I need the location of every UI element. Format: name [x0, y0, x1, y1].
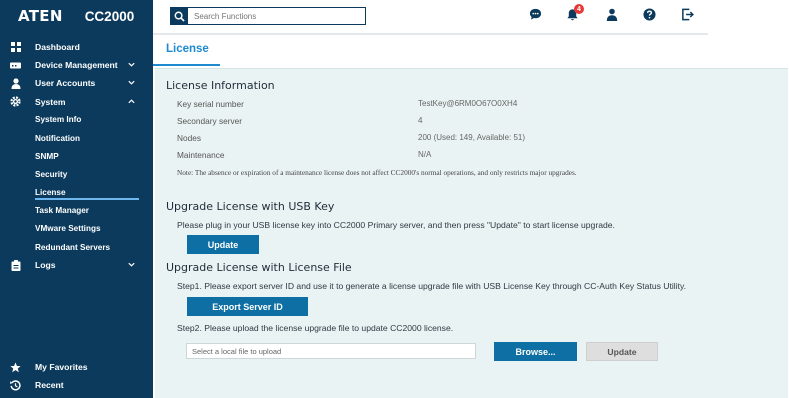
- license-panel: License Information Key serial number Te…: [155, 68, 788, 398]
- info-key: Key serial number: [177, 99, 244, 109]
- tab-active-indicator: [153, 64, 220, 66]
- sidebar-item-label: System Info: [35, 115, 82, 125]
- app-window: ATEN CC2000 Dashboard Device Management: [0, 0, 789, 398]
- clipboard-icon: [10, 259, 21, 271]
- file-upgrade-heading: Upgrade License with License File: [166, 261, 352, 274]
- sidebar-item-label: System: [35, 96, 66, 107]
- sidebar-item-dashboard[interactable]: Dashboard: [0, 38, 153, 56]
- sidebar-item-system-info[interactable]: System Info: [0, 111, 153, 129]
- info-value: 200 (Used: 149, Available: 51): [418, 133, 526, 142]
- header-divider: [153, 33, 708, 35]
- logout-icon[interactable]: [681, 8, 694, 26]
- sidebar-item-license[interactable]: License: [0, 184, 153, 202]
- step1-instruction: Step1. Please export server ID and use i…: [177, 281, 687, 291]
- history-icon: [10, 379, 21, 391]
- sidebar-item-recent[interactable]: Recent: [0, 376, 153, 394]
- sidebar-item-notification[interactable]: Notification: [0, 129, 153, 147]
- info-key: Secondary server: [177, 116, 243, 126]
- chat-icon[interactable]: [529, 8, 542, 26]
- brand: ATEN CC2000: [0, 0, 153, 32]
- sidebar-item-label: User Accounts: [35, 78, 96, 89]
- sidebar-item-task-manager[interactable]: Task Manager: [0, 202, 153, 220]
- info-value: N/A: [418, 150, 432, 159]
- search-icon[interactable]: [171, 8, 188, 24]
- sidebar-item-label: Task Manager: [35, 206, 89, 216]
- info-value: 4: [418, 116, 423, 125]
- aten-logo: ATEN: [18, 7, 63, 25]
- gear-icon: [10, 96, 21, 107]
- device-icon: [10, 60, 21, 71]
- sidebar-item-security[interactable]: Security: [0, 165, 153, 183]
- sidebar-item-label: My Favorites: [35, 362, 88, 372]
- sidebar-item-device-management[interactable]: Device Management: [0, 56, 153, 74]
- info-key: Nodes: [177, 133, 201, 143]
- info-key: Maintenance: [177, 150, 225, 160]
- file-update-button[interactable]: Update: [586, 342, 658, 361]
- sidebar-item-label: Device Management: [35, 60, 118, 71]
- sidebar-nav: Dashboard Device Management User Account…: [0, 38, 153, 274]
- sidebar: ATEN CC2000 Dashboard Device Management: [0, 0, 153, 398]
- chevron-up-icon: [128, 98, 135, 103]
- sidebar-item-label: Logs: [35, 260, 56, 271]
- top-bar: 4: [153, 0, 789, 32]
- sidebar-item-label: Redundant Servers: [35, 242, 111, 252]
- notification-badge: 4: [574, 4, 584, 14]
- sidebar-item-label: License: [35, 188, 66, 198]
- sidebar-item-label: Notification: [35, 133, 81, 143]
- chevron-down-icon: [128, 81, 135, 86]
- user-icon: [10, 78, 21, 89]
- search-box: [170, 7, 366, 25]
- export-server-id-button[interactable]: Export Server ID: [187, 297, 308, 316]
- tab-license[interactable]: License: [166, 43, 209, 55]
- sidebar-bottom: My Favorites Recent: [0, 358, 153, 394]
- sidebar-item-label: SNMP: [35, 151, 59, 161]
- help-icon[interactable]: [643, 8, 656, 26]
- sidebar-item-system[interactable]: System: [0, 93, 153, 111]
- sidebar-item-label: VMware Settings: [35, 224, 101, 234]
- sidebar-item-label: Dashboard: [35, 42, 80, 53]
- file-upload-field[interactable]: Select a local file to upload: [186, 343, 476, 359]
- info-value: TestKey@6RM0O67O0XH4: [418, 99, 518, 108]
- sidebar-item-user-accounts[interactable]: User Accounts: [0, 74, 153, 92]
- browse-button[interactable]: Browse...: [494, 342, 577, 361]
- license-info-heading: License Information: [166, 79, 275, 92]
- star-icon: [10, 361, 21, 373]
- maintenance-note: Note: The absence or expiration of a mai…: [177, 168, 577, 177]
- product-model: CC2000: [84, 8, 135, 24]
- usb-upgrade-heading: Upgrade License with USB Key: [166, 200, 335, 213]
- sidebar-item-redundant-servers[interactable]: Redundant Servers: [0, 238, 153, 256]
- sidebar-item-label: Recent: [35, 380, 64, 390]
- sidebar-item-label: Security: [35, 169, 68, 179]
- sidebar-item-logs[interactable]: Logs: [0, 256, 153, 274]
- sidebar-item-snmp[interactable]: SNMP: [0, 147, 153, 165]
- chevron-down-icon: [128, 62, 135, 67]
- search-input[interactable]: [188, 11, 358, 21]
- usb-upgrade-instruction: Please plug in your USB license key into…: [177, 220, 615, 230]
- usb-update-button[interactable]: Update: [187, 235, 259, 254]
- step2-instruction: Step2. Please upload the license upgrade…: [177, 323, 454, 333]
- chevron-down-icon: [128, 262, 135, 267]
- sidebar-item-my-favorites[interactable]: My Favorites: [0, 358, 153, 376]
- grid-icon: [10, 42, 21, 53]
- sidebar-item-vmware-settings[interactable]: VMware Settings: [0, 220, 153, 238]
- user-icon[interactable]: [606, 8, 618, 26]
